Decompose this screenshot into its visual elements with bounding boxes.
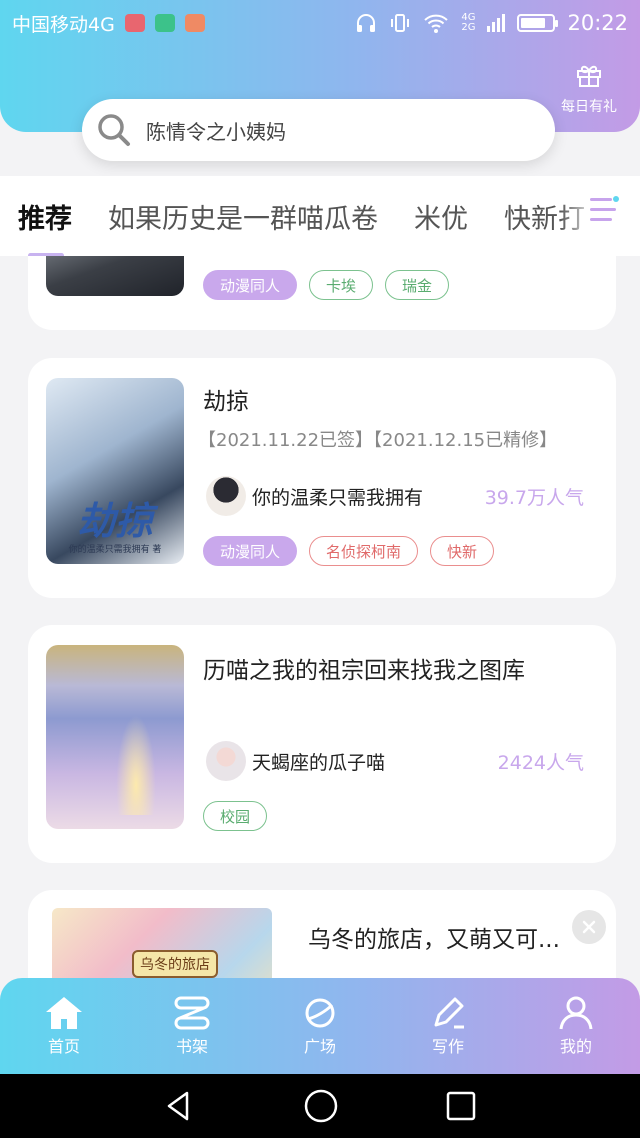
clock: 20:22 [567, 11, 628, 35]
author-avatar[interactable] [206, 476, 246, 516]
author-name[interactable]: 你的温柔只需我拥有 [252, 483, 423, 510]
tag-list: 动漫同人 名侦探柯南 快新 [203, 536, 495, 566]
search-bar[interactable]: 陈情令之小姨妈 [82, 99, 555, 161]
ad-title[interactable]: 乌冬的旅店，又萌又可... [308, 920, 560, 954]
tag[interactable]: 动漫同人 [203, 536, 298, 566]
nav-write[interactable]: 写作 [384, 978, 512, 1074]
daily-gift-button[interactable]: 每日有礼 [554, 62, 624, 116]
tab-history-cats[interactable]: 如果历史是一群喵瓜卷 [108, 197, 378, 236]
book-card[interactable]: 历喵之我的祖宗回来找我之图库 天蝎座的瓜子喵 2424人气 校园 [28, 625, 616, 863]
ad-card[interactable]: 乌冬的旅店 乌冬的旅店，又萌又可... [28, 890, 616, 978]
nav-home-label: 首页 [47, 1037, 80, 1056]
author-row: 天蝎座的瓜子喵 2424人气 [206, 741, 584, 781]
book-feed: 动漫同人 卡埃 瑞金 劫掠 你的温柔只需我拥有 著 劫掠 【2021.11.22… [0, 256, 640, 978]
book-cover: 劫掠 你的温柔只需我拥有 著 [46, 378, 184, 564]
author-name[interactable]: 天蝎座的瓜子喵 [252, 748, 385, 775]
nav-write-label: 写作 [431, 1037, 464, 1056]
back-icon[interactable] [163, 1089, 197, 1123]
carrier-label: 中国移动4G [12, 13, 115, 36]
cover-title: 劫掠 [76, 498, 153, 543]
bookshelf-icon [174, 996, 210, 1030]
vibrate-icon [391, 14, 410, 32]
hms-app-icon [124, 14, 145, 32]
home-circle-icon[interactable] [303, 1088, 339, 1124]
bottom-navigation: 首页 书架 广场 写作 我的 [0, 978, 640, 1074]
close-icon [582, 920, 596, 934]
nav-profile[interactable]: 我的 [512, 978, 640, 1074]
book-cover [46, 645, 184, 829]
tag[interactable]: 快新 [430, 536, 495, 566]
category-tabs: 推荐 如果历史是一群喵瓜卷 米优 快新打 [0, 176, 640, 256]
book-title[interactable]: 历喵之我的祖宗回来找我之图库 [203, 651, 525, 685]
popularity-count: 2424人气 [497, 751, 584, 774]
book-card[interactable]: 劫掠 你的温柔只需我拥有 著 劫掠 【2021.11.22已签】【2021.12… [28, 358, 616, 598]
user-icon [559, 996, 593, 1030]
popularity-count: 39.7万人气 [484, 486, 584, 509]
tag[interactable]: 校园 [203, 801, 268, 831]
author-row: 你的温柔只需我拥有 39.7万人气 [206, 476, 584, 516]
book-title[interactable]: 劫掠 [203, 382, 249, 416]
nav-square[interactable]: 广场 [256, 978, 384, 1074]
category-menu-icon[interactable] [588, 194, 620, 226]
nav-square-label: 广场 [303, 1037, 336, 1056]
status-bar: 中国移动4G 4G 2G 20:22 [0, 0, 640, 46]
tag[interactable]: 卡埃 [309, 270, 374, 300]
tab-recommend[interactable]: 推荐 [18, 197, 72, 256]
tag-list: 动漫同人 卡埃 瑞金 [203, 270, 450, 300]
nav-bookshelf-label: 书架 [175, 1037, 208, 1056]
ad-close-button[interactable] [572, 910, 606, 944]
gift-icon [577, 65, 601, 87]
heart-app-icon [184, 14, 205, 32]
gift-label: 每日有礼 [561, 99, 617, 115]
eye-app-icon [154, 14, 175, 32]
battery-icon [517, 14, 559, 32]
home-icon [46, 997, 82, 1029]
book-card[interactable]: 动漫同人 卡埃 瑞金 [28, 256, 616, 330]
book-subtitle: 【2021.11.22已签】【2021.12.15已精修】 [198, 430, 558, 451]
system-navigation-bar [0, 1074, 640, 1138]
recents-icon[interactable] [445, 1090, 477, 1122]
cover-caption: 你的温柔只需我拥有 著 [68, 545, 162, 555]
search-icon [98, 114, 130, 146]
tag[interactable]: 名侦探柯南 [309, 536, 419, 566]
signal-icon [487, 14, 506, 32]
author-avatar[interactable] [206, 741, 246, 781]
tab-miyou[interactable]: 米优 [414, 197, 468, 236]
book-cover [46, 256, 184, 296]
nav-bookshelf[interactable]: 书架 [128, 978, 256, 1074]
headphones-icon [357, 14, 376, 32]
tag[interactable]: 瑞金 [385, 270, 450, 300]
cover-sparkle [116, 715, 156, 815]
search-input-text[interactable]: 陈情令之小姨妈 [146, 116, 286, 145]
nav-profile-label: 我的 [559, 1037, 592, 1056]
wifi-icon [424, 14, 449, 33]
pen-icon [434, 997, 464, 1029]
tag-list: 校园 [203, 801, 268, 831]
ad-image: 乌冬的旅店 [52, 908, 272, 978]
network-type: 4G 2G [461, 12, 476, 33]
tag[interactable]: 动漫同人 [203, 270, 298, 300]
planet-icon [305, 998, 335, 1028]
ad-image-title: 乌冬的旅店 [132, 950, 218, 978]
nav-home[interactable]: 首页 [0, 978, 128, 1074]
